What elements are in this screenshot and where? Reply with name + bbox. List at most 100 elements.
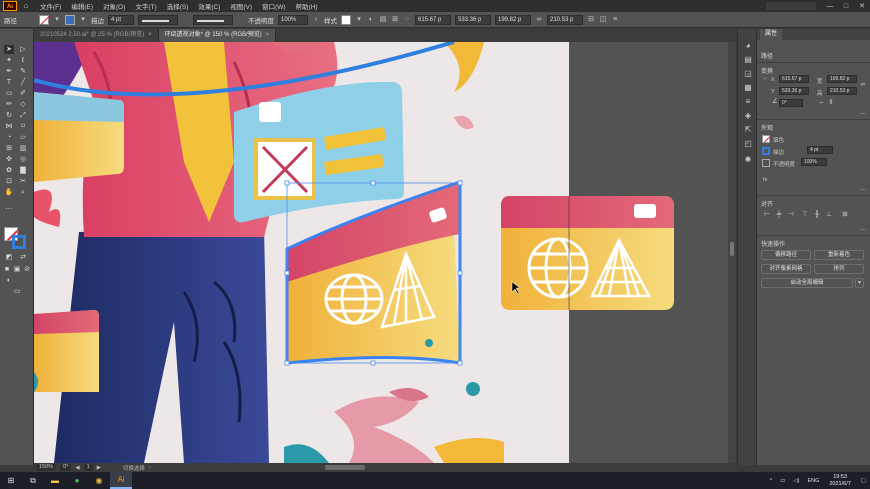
paintbrush-tool-icon[interactable]: ✐ [18, 89, 28, 98]
horizontal-scroll-thumb[interactable] [324, 465, 365, 470]
stroke-weight-field[interactable]: 4 pt [807, 146, 833, 154]
more-options-icon[interactable]: ... [860, 225, 866, 232]
edit-toolbar-icon[interactable]: ⋯ [4, 205, 14, 214]
align-to-icon[interactable]: ⊞ [841, 211, 849, 219]
opacity-field[interactable]: 100% [278, 14, 308, 25]
task-view-icon[interactable]: ⧉ [22, 472, 44, 489]
scale-tool-icon[interactable]: ⤢ [18, 111, 28, 120]
menu-help[interactable]: 帮助(H) [291, 1, 323, 11]
y-field[interactable]: 533.36 p [779, 87, 809, 95]
artboard-number-field[interactable]: 1 [83, 464, 93, 471]
close-icon[interactable]: × [266, 32, 270, 38]
notification-icon[interactable]: ▢ [857, 478, 870, 484]
stroke-color-swatch[interactable] [12, 235, 26, 249]
scroll-thumb[interactable] [730, 242, 734, 256]
more-options-icon[interactable]: ... [860, 109, 866, 116]
menu-window[interactable]: 窗口(W) [257, 1, 290, 11]
curvature-tool-icon[interactable]: ✎ [18, 67, 28, 76]
artwork[interactable] [34, 42, 736, 463]
fill-swatch[interactable] [39, 14, 49, 25]
panel-menu-icon[interactable]: ≡ [611, 16, 619, 24]
start-global-edit-button[interactable]: 启动全局编辑 [761, 278, 853, 288]
swap-colors-icon[interactable]: ⇄ [18, 253, 28, 262]
perspective-grid-tool-icon[interactable]: ▱ [18, 133, 28, 142]
screen-mode-icon[interactable]: ▭ [12, 287, 22, 296]
link-icon[interactable]: ∞ [859, 81, 867, 89]
stroke-label[interactable]: 描边 [91, 15, 104, 25]
menu-effect[interactable]: 效果(C) [193, 1, 225, 11]
chevron-down-icon[interactable]: ▾ [355, 16, 363, 24]
input-method-indicator[interactable]: ENG [803, 478, 823, 484]
x-field[interactable]: 615.67 p [415, 14, 451, 25]
shape-builder-tool-icon[interactable]: ◔ [4, 133, 14, 142]
more-options-icon[interactable]: ... [860, 185, 866, 192]
symbol-sprayer-tool-icon[interactable]: ✿ [4, 166, 14, 175]
chevron-down-icon[interactable]: ▾ [79, 16, 87, 24]
align-center-v-icon[interactable]: ╫ [813, 211, 821, 219]
transform-icon[interactable]: ⊞ [391, 16, 399, 24]
tab-document-1[interactable]: 20210524 2.50.ai* @ 25 % (RGB/预览) × [34, 29, 159, 42]
artboards-panel-icon[interactable]: ◰ [743, 139, 753, 149]
windows-start-icon[interactable]: ⊞ [0, 472, 22, 489]
stroke-weight-field[interactable]: 4 pt [108, 14, 134, 25]
file-explorer-icon[interactable]: ▬ [44, 472, 66, 489]
isolate-icon[interactable]: ◫ [599, 16, 607, 24]
rotate-view-field[interactable]: 0° [60, 464, 72, 471]
shaper-tool-icon[interactable]: ✏ [4, 100, 14, 109]
link-icon[interactable]: ∞ [535, 16, 543, 24]
x-field[interactable]: 615.67 p [779, 75, 809, 83]
graph-tool-icon[interactable]: ▇ [18, 166, 28, 175]
menu-file[interactable]: 文件(F) [35, 1, 66, 11]
maximize-button[interactable]: □ [838, 3, 854, 10]
lasso-tool-icon[interactable]: ℓ [18, 56, 28, 65]
stroke-profile-dropdown[interactable] [138, 14, 178, 25]
tab-properties[interactable]: 属性 [760, 29, 783, 40]
align-right-icon[interactable]: ⊣ [787, 211, 795, 219]
menu-object[interactable]: 对象(O) [98, 1, 130, 11]
tray-arrow-icon[interactable]: ^ [766, 478, 777, 484]
cc-libraries-icon[interactable]: ◲ [743, 69, 753, 79]
flip-horizontal-icon[interactable]: ⇔ [817, 99, 825, 107]
prev-artboard-icon[interactable]: ◀ [75, 465, 79, 471]
align-center-h-icon[interactable]: ╪ [775, 211, 783, 219]
eyedropper-tool-icon[interactable]: ✜ [4, 155, 14, 164]
type-tool-icon[interactable]: T [4, 78, 14, 87]
tool-status[interactable]: 切换选择 [123, 464, 145, 472]
color-panel-icon[interactable]: ◕ [743, 41, 753, 51]
rotate-tool-icon[interactable]: ↻ [4, 111, 14, 120]
libraries-panel-icon[interactable]: ▤ [743, 55, 753, 65]
chevron-down-icon[interactable]: ▾ [53, 16, 61, 24]
height-field[interactable]: 210.53 p [547, 14, 583, 25]
height-field[interactable]: 210.53 p [827, 87, 857, 95]
color-mode-icon[interactable]: ■ [2, 265, 12, 274]
eraser-tool-icon[interactable]: ◇ [18, 100, 28, 109]
illustrator-taskbar-icon[interactable]: Ai [110, 472, 132, 489]
y-field[interactable]: 533.36 p [455, 14, 491, 25]
selection-tool-icon[interactable]: ➤ [4, 45, 14, 54]
next-artboard-icon[interactable]: ▶ [97, 465, 101, 471]
magic-wand-tool-icon[interactable]: ✦ [4, 56, 14, 65]
none-mode-icon[interactable]: ⊘ [22, 265, 32, 274]
pen-tool-icon[interactable]: ✒ [4, 67, 14, 76]
artboard-tool-icon[interactable]: ⊡ [4, 177, 14, 186]
minimize-button[interactable]: — [822, 3, 838, 10]
wechat-icon[interactable]: ● [66, 472, 88, 489]
fill-stroke-widget[interactable] [4, 227, 26, 249]
stroke-label[interactable]: 描边 [773, 148, 784, 156]
chevron-right-icon[interactable]: › [149, 465, 151, 471]
align-bottom-icon[interactable]: ⊥ [825, 211, 833, 219]
flip-vertical-icon[interactable]: ⇕ [827, 99, 835, 107]
gradient-tool-icon[interactable]: ▥ [18, 144, 28, 153]
search-input[interactable] [766, 2, 816, 10]
rectangle-tool-icon[interactable]: ▭ [4, 89, 14, 98]
align-pixel-grid-button[interactable]: 对齐像素网格 [761, 264, 811, 274]
export-panel-icon[interactable]: ⇱ [743, 125, 753, 135]
opacity-label[interactable]: 不透明度 [248, 15, 274, 25]
width-field[interactable]: 199.82 p [827, 75, 857, 83]
stroke-swatch[interactable] [762, 147, 770, 155]
recolor-button[interactable]: 重新着色 [814, 250, 864, 260]
system-clock[interactable]: 19:53 2021/6/7 [823, 474, 856, 488]
mesh-tool-icon[interactable]: ⊞ [4, 144, 14, 153]
width-field[interactable]: 199.82 p [495, 14, 531, 25]
image-trace-icon[interactable]: ▦ [743, 83, 753, 93]
